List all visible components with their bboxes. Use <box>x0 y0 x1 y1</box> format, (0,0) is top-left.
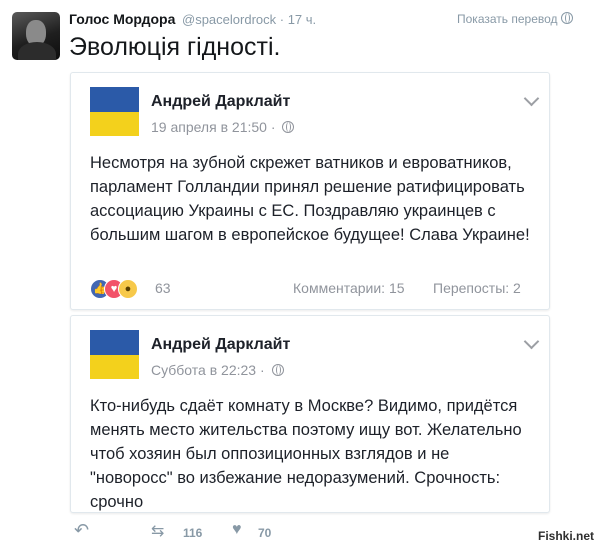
flag-blue-stripe <box>90 330 139 355</box>
post-body: Кто-нибудь сдаёт комнату в Москве? Видим… <box>90 397 522 511</box>
ukraine-flag-avatar[interactable] <box>90 87 139 136</box>
post-date[interactable]: 19 апреля в 21:50 · <box>151 119 276 135</box>
post-date[interactable]: Суббота в 22:23 · <box>151 362 265 378</box>
tweet-text: Эволюція гідності. <box>69 33 281 61</box>
post-author[interactable]: Андрей Дарклайт <box>151 93 290 111</box>
chevron-down-icon[interactable] <box>523 333 540 350</box>
wow-icon: ● <box>118 279 138 299</box>
reply-icon[interactable]: ↶ <box>74 520 89 541</box>
embedded-post-card[interactable]: Андрей Дарклайт 19 апреля в 21:50 · Несм… <box>70 72 550 310</box>
chevron-down-icon[interactable] <box>523 90 540 107</box>
post-meta: Суббота в 22:23 · <box>151 362 284 378</box>
watermark: Fishki.net <box>537 529 594 543</box>
post-meta: 19 апреля в 21:50 · <box>151 119 295 135</box>
globe-icon <box>560 12 573 24</box>
ukraine-flag-avatar[interactable] <box>90 330 139 379</box>
author-name[interactable]: Голос Мордора <box>69 11 175 27</box>
author-avatar[interactable] <box>12 12 60 60</box>
post-body: Несмотря на зубной скрежет ватников и ев… <box>90 154 530 244</box>
shares-count-link[interactable]: Перепосты: 2 <box>433 280 521 296</box>
retweet-icon[interactable]: ⇆ <box>151 521 164 541</box>
heart-icon[interactable]: ♥ <box>232 521 242 539</box>
retweet-count[interactable]: 116 <box>183 526 202 540</box>
tweet-actions: ↶ ⇆ 116 ♥ 70 <box>0 520 600 542</box>
flag-blue-stripe <box>90 87 139 112</box>
like-count[interactable]: 70 <box>258 526 271 540</box>
tweet-time[interactable]: · 17 ч. <box>280 12 316 27</box>
avatar-body <box>18 42 56 60</box>
comments-count-link[interactable]: Комментарии: 15 <box>293 280 405 296</box>
author-handle[interactable]: @spacelordrock · 17 ч. <box>182 12 316 27</box>
show-translation-link[interactable]: Показать перевод <box>457 12 573 26</box>
flag-yellow-stripe <box>90 111 139 136</box>
embedded-post-card[interactable]: Андрей Дарклайт Суббота в 22:23 · Кто-ни… <box>70 315 550 513</box>
show-translation-label: Показать перевод <box>457 12 558 26</box>
post-author[interactable]: Андрей Дарклайт <box>151 336 290 354</box>
reaction-count[interactable]: 63 <box>155 280 171 296</box>
public-globe-icon <box>271 364 284 376</box>
flag-yellow-stripe <box>90 354 139 379</box>
public-globe-icon <box>282 121 295 133</box>
handle-text: @spacelordrock <box>182 12 277 27</box>
